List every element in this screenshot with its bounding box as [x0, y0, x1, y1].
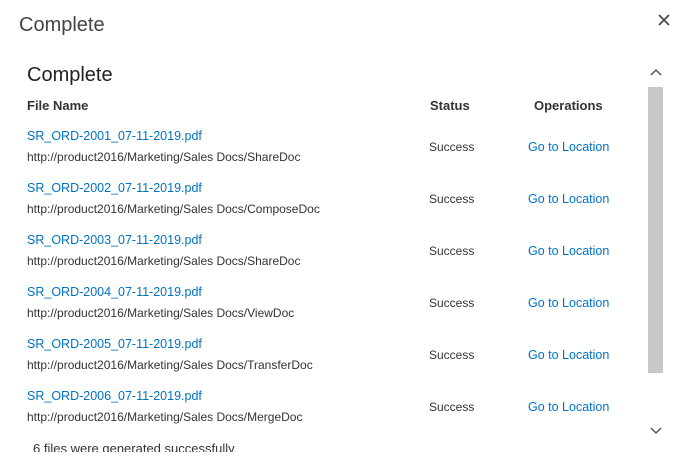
- column-header-file-name: File Name: [27, 98, 89, 113]
- scroll-thumb[interactable]: [648, 87, 663, 373]
- file-link[interactable]: SR_ORD-2005_07-11-2019.pdf: [27, 337, 202, 351]
- go-to-location-link[interactable]: Go to Location: [528, 192, 609, 206]
- chevron-up-icon: [649, 63, 662, 81]
- go-to-location-link[interactable]: Go to Location: [528, 348, 609, 362]
- go-to-location-link[interactable]: Go to Location: [528, 296, 609, 310]
- file-link[interactable]: SR_ORD-2002_07-11-2019.pdf: [27, 181, 202, 195]
- section-heading: Complete: [27, 64, 113, 86]
- status-text: Success: [429, 348, 475, 362]
- vertical-scrollbar[interactable]: [646, 62, 665, 444]
- table-row: SR_ORD-2001_07-11-2019.pdf http://produc…: [0, 129, 646, 181]
- file-path: http://product2016/Marketing/Sales Docs/…: [27, 254, 301, 268]
- complete-dialog: Complete Complete File Name Status Opera…: [0, 0, 685, 464]
- dialog-content: Complete File Name Status Operations SR_…: [0, 52, 646, 452]
- go-to-location-link[interactable]: Go to Location: [528, 244, 609, 258]
- table-row: SR_ORD-2005_07-11-2019.pdf http://produc…: [0, 337, 646, 389]
- file-path: http://product2016/Marketing/Sales Docs/…: [27, 410, 303, 424]
- file-path: http://product2016/Marketing/Sales Docs/…: [27, 202, 320, 216]
- status-text: Success: [429, 192, 475, 206]
- chevron-down-icon: [649, 422, 662, 440]
- file-link[interactable]: SR_ORD-2003_07-11-2019.pdf: [27, 233, 202, 247]
- go-to-location-link[interactable]: Go to Location: [528, 400, 609, 414]
- summary-text: 6 files were generated successfully: [33, 441, 235, 452]
- status-text: Success: [429, 296, 475, 310]
- status-text: Success: [429, 244, 475, 258]
- column-header-status: Status: [430, 98, 470, 113]
- column-header-operations: Operations: [534, 98, 603, 113]
- status-text: Success: [429, 140, 475, 154]
- file-path: http://product2016/Marketing/Sales Docs/…: [27, 150, 301, 164]
- dialog-title: Complete: [19, 14, 105, 36]
- table-row: SR_ORD-2004_07-11-2019.pdf http://produc…: [0, 285, 646, 337]
- table-row: SR_ORD-2003_07-11-2019.pdf http://produc…: [0, 233, 646, 285]
- file-path: http://product2016/Marketing/Sales Docs/…: [27, 306, 295, 320]
- table-row: SR_ORD-2006_07-11-2019.pdf http://produc…: [0, 389, 646, 441]
- close-icon: [658, 14, 670, 26]
- status-text: Success: [429, 400, 475, 414]
- file-link[interactable]: SR_ORD-2001_07-11-2019.pdf: [27, 129, 202, 143]
- file-link[interactable]: SR_ORD-2004_07-11-2019.pdf: [27, 285, 202, 299]
- close-button[interactable]: [652, 8, 676, 32]
- go-to-location-link[interactable]: Go to Location: [528, 140, 609, 154]
- file-link[interactable]: SR_ORD-2006_07-11-2019.pdf: [27, 389, 202, 403]
- file-path: http://product2016/Marketing/Sales Docs/…: [27, 358, 313, 372]
- scroll-up-button[interactable]: [646, 62, 665, 82]
- scroll-down-button[interactable]: [646, 421, 665, 441]
- table-row: SR_ORD-2002_07-11-2019.pdf http://produc…: [0, 181, 646, 233]
